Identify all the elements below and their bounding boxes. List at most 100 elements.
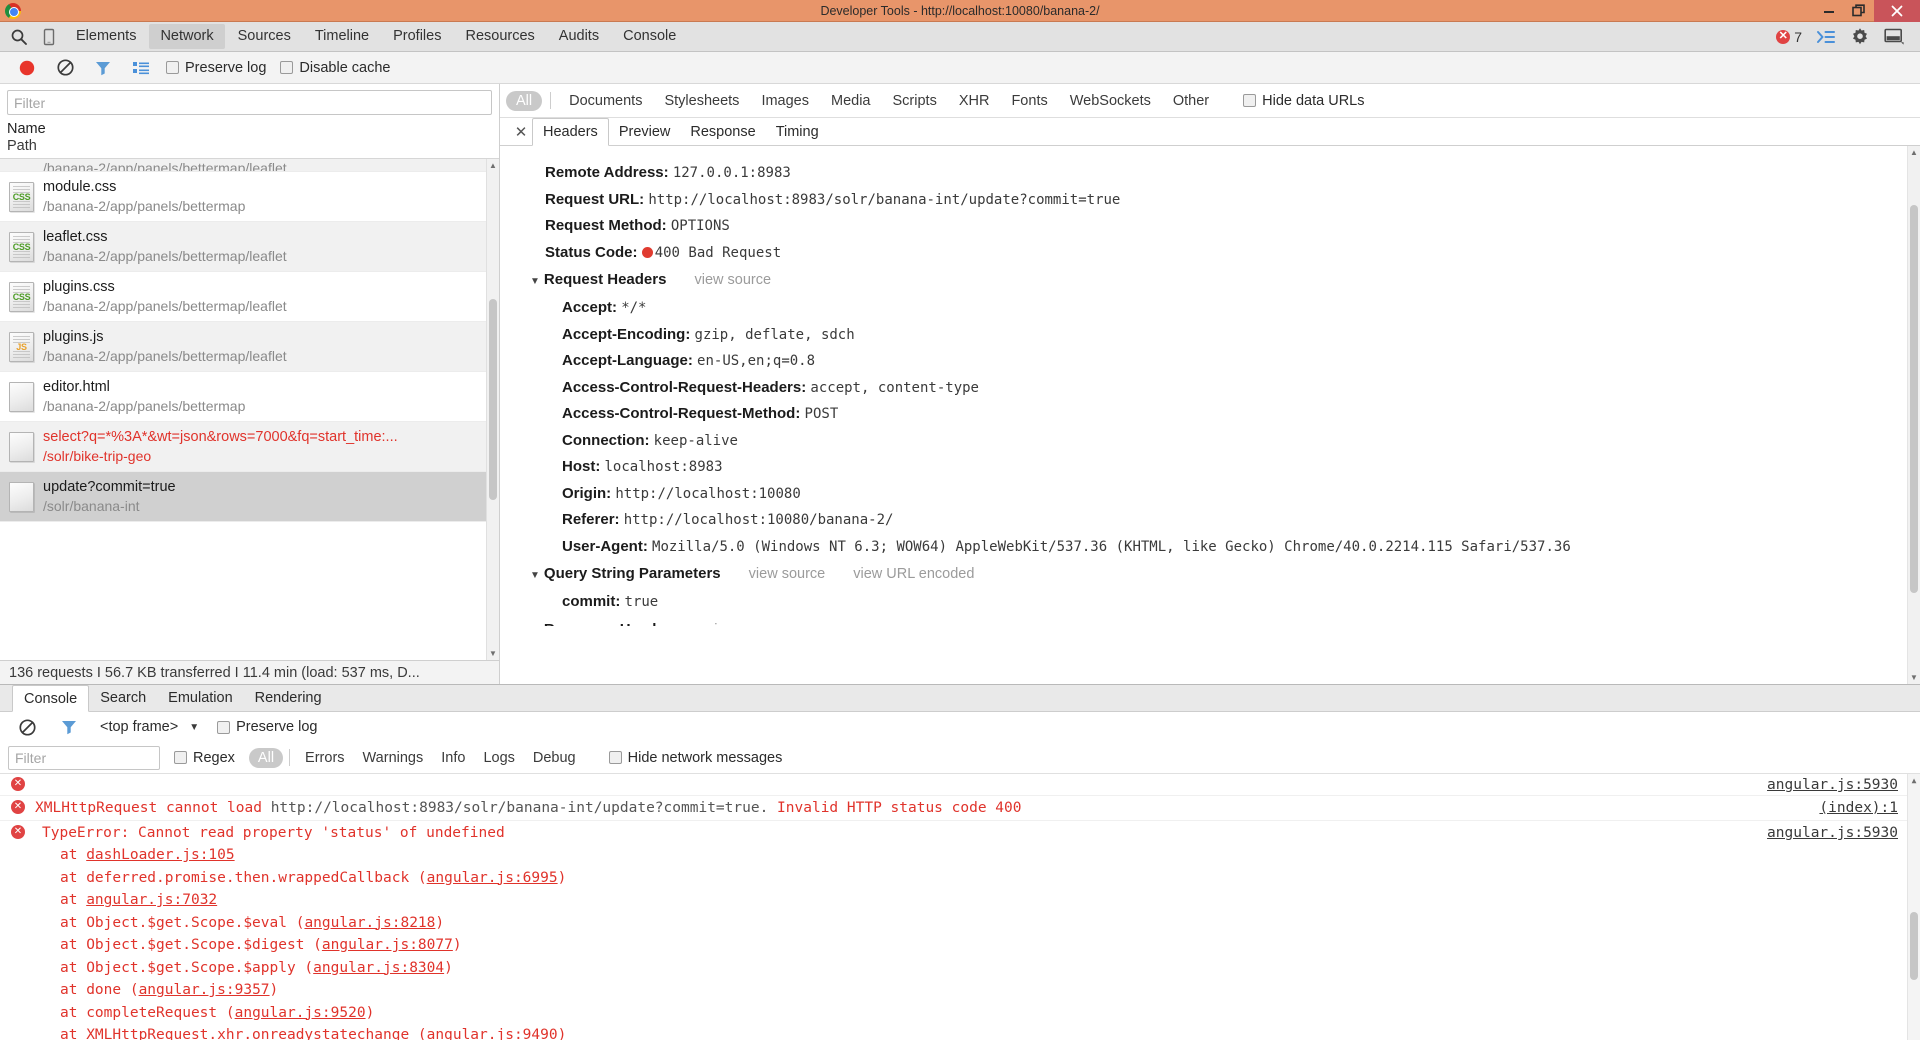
preserve-log-checkbox[interactable]: Preserve log [166, 60, 266, 76]
drawer-tab-rendering[interactable]: Rendering [244, 685, 333, 711]
console-scrollbar[interactable]: ▲ ▼ [1907, 774, 1920, 1040]
drawer-tab-console[interactable]: Console [12, 685, 90, 712]
list-item-selected[interactable]: update?commit=true /solr/banana-int [0, 472, 499, 522]
column-header-path[interactable]: Path [7, 138, 492, 155]
view-source-link[interactable]: view source [694, 267, 771, 294]
console-message[interactable]: ✕ angular.js:5930 [0, 774, 1920, 796]
console-source-link[interactable]: angular.js:5930 [1767, 774, 1920, 795]
regex-checkbox[interactable]: Regex [174, 750, 235, 766]
type-filter-documents[interactable]: Documents [559, 91, 652, 111]
close-icon[interactable]: ✕ [510, 118, 532, 145]
detail-tab-preview[interactable]: Preview [609, 118, 681, 145]
console-filter-input[interactable] [8, 745, 160, 770]
list-item[interactable]: CSS module.css /banana-2/app/panels/bett… [0, 172, 499, 222]
tab-network[interactable]: Network [149, 24, 225, 49]
filter-funnel-icon[interactable] [84, 53, 122, 83]
console-message[interactable]: ✕ XMLHttpRequest cannot load http://loca… [0, 796, 1920, 821]
console-preserve-log-checkbox[interactable]: Preserve log [217, 719, 318, 735]
scrollbar-thumb[interactable] [1910, 205, 1918, 593]
record-button-icon[interactable] [8, 53, 46, 83]
disable-cache-box[interactable] [280, 61, 294, 74]
type-filter-media[interactable]: Media [821, 91, 881, 111]
type-filter-images[interactable]: Images [751, 91, 819, 111]
chevron-down-icon[interactable]: ▼ [530, 570, 540, 581]
drawer-tab-emulation[interactable]: Emulation [157, 685, 243, 711]
tab-sources[interactable]: Sources [227, 24, 302, 49]
regex-box[interactable] [174, 751, 187, 764]
type-filter-scripts[interactable]: Scripts [883, 91, 947, 111]
clear-icon[interactable] [46, 53, 84, 83]
query-string-section[interactable]: ▼ Query String Parameters view source vie… [500, 560, 1920, 589]
filter-funnel-icon[interactable] [50, 712, 88, 742]
view-url-encoded-link[interactable]: view URL encoded [853, 561, 974, 588]
detail-tab-headers[interactable]: Headers [532, 118, 609, 146]
view-source-link[interactable]: view source [707, 617, 784, 626]
column-header-name[interactable]: Name [7, 121, 492, 138]
detail-tab-response[interactable]: Response [680, 118, 765, 145]
frame-link[interactable]: angular.js:6995 [427, 870, 558, 886]
search-icon[interactable] [4, 24, 34, 50]
tab-resources[interactable]: Resources [454, 24, 545, 49]
stack-frame[interactable]: at Object.$get.Scope.$eval (angular.js:8… [0, 912, 1920, 935]
scroll-up-arrow[interactable]: ▲ [487, 159, 499, 172]
type-filter-stylesheets[interactable]: Stylesheets [654, 91, 749, 111]
chevron-down-icon[interactable]: ▼ [189, 722, 199, 733]
frame-link[interactable]: angular.js:9490 [427, 1027, 558, 1040]
stack-frame[interactable]: at Object.$get.Scope.$apply (angular.js:… [0, 957, 1920, 980]
frame-link[interactable]: angular.js:8077 [322, 937, 453, 953]
stack-frame[interactable]: at done (angular.js:9357) [0, 979, 1920, 1002]
scroll-down-arrow[interactable]: ▼ [1908, 671, 1920, 684]
hide-network-messages-box[interactable] [608, 751, 622, 764]
console-source-link[interactable]: angular.js:5930 [1767, 822, 1920, 844]
dock-position-icon[interactable] [1884, 28, 1904, 45]
stack-frame[interactable]: at Object.$get.Scope.$digest (angular.js… [0, 934, 1920, 957]
console-drawer-icon[interactable] [1816, 29, 1836, 45]
type-filter-xhr[interactable]: XHR [949, 91, 1000, 111]
list-item[interactable]: editor.html /banana-2/app/panels/betterm… [0, 372, 499, 422]
tab-elements[interactable]: Elements [65, 24, 147, 49]
view-source-link[interactable]: view source [749, 561, 826, 588]
hide-data-urls-box[interactable] [1243, 94, 1257, 107]
stack-frame[interactable]: at completeRequest (angular.js:9520) [0, 1002, 1920, 1025]
frame-link[interactable]: angular.js:8218 [304, 915, 435, 931]
error-count-badge[interactable]: ✕ 7 [1776, 29, 1802, 45]
clear-icon[interactable] [8, 712, 46, 742]
list-item[interactable]: CSS leaflet.css /banana-2/app/panels/bet… [0, 222, 499, 272]
console-preserve-log-box[interactable] [217, 720, 231, 734]
frame-link[interactable]: angular.js:9520 [235, 1005, 366, 1021]
console-message-group[interactable]: ✕ TypeError: Cannot read property 'statu… [0, 821, 1920, 1040]
hide-data-urls-checkbox[interactable]: Hide data URLs [1243, 93, 1364, 109]
request-list-scrollbar[interactable]: ▲ ▼ [486, 159, 499, 660]
drawer-tab-search[interactable]: Search [89, 685, 157, 711]
frame-link[interactable]: angular.js:8304 [313, 960, 444, 976]
level-filter-info[interactable]: Info [432, 748, 474, 768]
type-filter-websockets[interactable]: WebSockets [1060, 91, 1161, 111]
stack-frame[interactable]: at angular.js:7032 [0, 889, 1920, 912]
detail-scrollbar[interactable]: ▲ ▼ [1907, 146, 1920, 684]
scrollbar-thumb[interactable] [1910, 912, 1918, 980]
frame-link[interactable]: angular.js:7032 [86, 892, 217, 908]
level-filter-all[interactable]: All [248, 747, 284, 768]
response-headers-section[interactable]: ▼Response Headers view source [500, 616, 1920, 626]
stack-frame[interactable]: at XMLHttpRequest.xhr.onreadystatechange… [0, 1024, 1920, 1040]
list-item[interactable]: JS plugins.js /banana-2/app/panels/bette… [0, 322, 499, 372]
tab-profiles[interactable]: Profiles [382, 24, 452, 49]
hide-network-messages-checkbox[interactable]: Hide network messages [608, 750, 782, 766]
tab-audits[interactable]: Audits [548, 24, 610, 49]
frame-link[interactable]: angular.js:9357 [139, 982, 270, 998]
request-filter-input[interactable] [7, 90, 492, 115]
console-output[interactable]: ✕ angular.js:5930 ✕ XMLHttpRequest canno… [0, 774, 1920, 1040]
preserve-log-box[interactable] [166, 61, 179, 74]
scroll-up-arrow[interactable]: ▲ [1908, 146, 1920, 159]
detail-tab-timing[interactable]: Timing [766, 118, 829, 145]
scrollbar-thumb[interactable] [489, 299, 497, 500]
type-filter-all[interactable]: All [506, 90, 543, 111]
level-filter-debug[interactable]: Debug [524, 748, 585, 768]
disable-cache-checkbox[interactable]: Disable cache [280, 60, 390, 76]
frame-link[interactable]: dashLoader.js:105 [86, 847, 234, 863]
large-rows-icon[interactable] [122, 53, 160, 83]
request-headers-section[interactable]: ▼ Request Headers view source [500, 266, 1920, 295]
level-filter-warnings[interactable]: Warnings [354, 748, 433, 768]
request-rows[interactable]: /banana-2/app/panels/bettermap/leaflet C… [0, 159, 499, 660]
gear-icon[interactable] [1850, 27, 1870, 47]
